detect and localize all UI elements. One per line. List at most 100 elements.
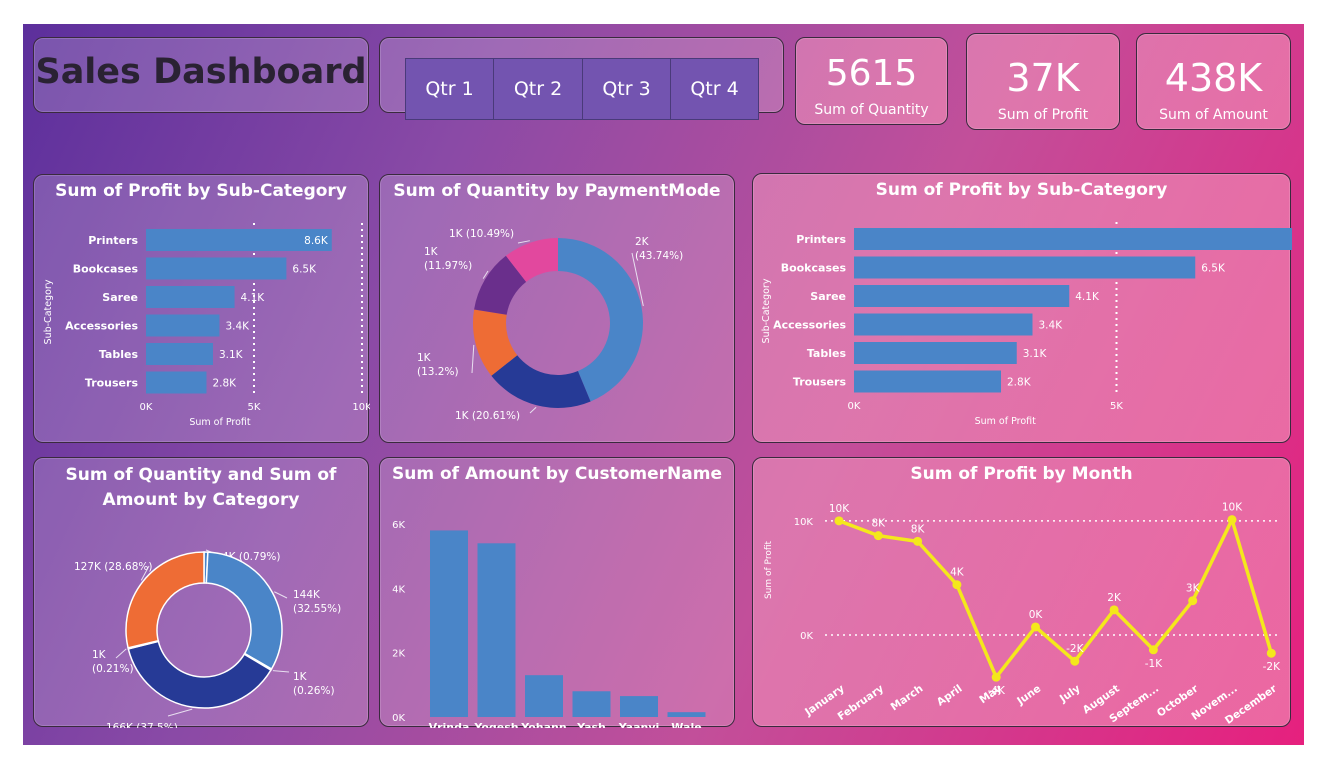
category-label: Bookcases — [73, 263, 139, 276]
category-label: Trousers — [85, 377, 139, 390]
slice-label: 1K — [417, 352, 432, 364]
y-tick-label: 2K — [392, 649, 405, 660]
category-label: Trousers — [793, 376, 847, 389]
data-point — [1227, 515, 1237, 525]
slice-label: 1K — [424, 246, 439, 258]
y-axis-title: Sum of Profit — [764, 541, 774, 600]
data-label: -2K — [1263, 661, 1281, 673]
data-point — [873, 531, 883, 541]
customer-amount-chart: 0K 2K 4K 6K Vrinda Yogesh Yohann Yash Yaanvi Wale — [392, 520, 706, 728]
chart-panel-profit-subcategory-large: Sum of Profit by Sub-Category 0K5K...Sum… — [752, 173, 1292, 443]
data-point — [1148, 645, 1158, 655]
slice-label: 1K (10.49%) — [449, 228, 514, 240]
category-label: March — [889, 683, 926, 714]
data-point — [991, 672, 1001, 682]
category-label: Tables — [807, 347, 847, 360]
category-label: Yohann — [520, 721, 566, 728]
chart-panel-profit-subcategory: Sum of Profit by Sub-Category 0K 5K 10K Sum… — [33, 174, 370, 443]
slice-label: (0.21%) — [92, 663, 134, 675]
slice-label: 1K (20.61%) — [455, 410, 520, 422]
slicer-qtr1[interactable]: Qtr 1 — [405, 58, 494, 120]
profit-subcategory-chart: 0K 5K 10K Sum of Profit Sub-Category Printers… — [43, 223, 370, 428]
kpi-quantity-value: 5615 — [825, 53, 918, 94]
slice-label: 127K (28.68%) — [74, 561, 153, 573]
data-label: 2.8K — [1007, 377, 1032, 389]
y-tick-label: 0K — [392, 713, 405, 724]
data-point — [952, 580, 962, 590]
x-tick-label: 0K — [848, 401, 861, 412]
data-label: 3.1K — [219, 349, 244, 361]
bar — [146, 257, 287, 280]
bar — [572, 691, 611, 717]
kpi-profit-value: 37K — [1006, 56, 1080, 100]
slice-label: (0.26%) — [293, 685, 335, 697]
leader-line — [517, 240, 530, 244]
data-label: 4.1K — [241, 292, 266, 304]
data-point — [913, 536, 923, 546]
slice-label: 2K — [635, 236, 650, 248]
chart-panel-paymentmode: Sum of Quantity by PaymentMode 2K (43.74%… — [379, 174, 735, 443]
leader-line — [471, 344, 475, 374]
x-axis-title: Sum of Profit — [975, 416, 1037, 427]
category-donut-chart: 4K (0.79%)144K(32.55%)1K(0.26%)166K (37.… — [74, 549, 341, 728]
chart-panel-customer: Sum of Amount by CustomerName 0K 2K 4K 6K Vr… — [379, 457, 735, 728]
slice-label: 144K — [293, 589, 321, 601]
y-tick-label: 4K — [392, 584, 405, 595]
slice-label: (11.97%) — [424, 260, 472, 272]
bar — [620, 696, 658, 717]
slicer-qtr3[interactable]: Qtr 3 — [582, 58, 671, 120]
bar — [146, 371, 207, 394]
slice-label: (43.74%) — [635, 250, 683, 262]
leader-line — [274, 591, 288, 599]
y-tick-label: 0K — [800, 631, 813, 642]
kpi-amount-value: 438K — [1164, 56, 1263, 100]
data-label: 8K — [872, 518, 887, 530]
bar — [854, 313, 1033, 336]
kpi-card-profit: 37K Sum of Profit — [966, 33, 1120, 130]
category-label: Yogesh — [473, 721, 518, 728]
data-point — [834, 516, 844, 526]
bar — [854, 256, 1196, 279]
data-point — [1070, 656, 1080, 666]
category-label: Bookcases — [781, 262, 847, 275]
data-label: -2K — [1066, 643, 1084, 655]
category-label: July — [1057, 683, 1083, 706]
x-tick-label: 0K — [140, 402, 153, 413]
donut-slice — [205, 551, 283, 671]
bar — [146, 343, 213, 365]
data-label: 10K — [829, 503, 850, 515]
x-tick-label: 10K — [352, 402, 370, 413]
leader-line — [167, 708, 193, 717]
bar — [854, 285, 1070, 307]
data-label: 0K — [1029, 609, 1044, 621]
slicer-qtr2[interactable]: Qtr 2 — [493, 58, 583, 120]
chart-panel-profit-month: Sum of Profit by Month 0K 10K Sum of Profi… — [752, 457, 1291, 727]
x-axis-title: Sum of Profit — [189, 417, 251, 428]
title-card: Sales Dashboard — [33, 37, 369, 113]
bar — [146, 314, 220, 337]
data-label: 4.1K — [1075, 291, 1100, 303]
data-label: 6.5K — [1201, 263, 1226, 275]
kpi-card-amount: 438K Sum of Amount — [1136, 33, 1291, 130]
data-label: 2.8K — [212, 378, 237, 390]
leader-line — [529, 406, 537, 414]
category-label: April — [935, 683, 965, 709]
profit-subcategory-large-chart: 0K5K...Sum of ProfitSub-CategoryPrinters… — [761, 222, 1292, 427]
slice-label: (32.55%) — [293, 603, 341, 615]
chart-panel-category: Sum of Quantity and Sum of Amount by Cat… — [33, 457, 369, 728]
bar — [854, 342, 1017, 364]
slicer-qtr4[interactable]: Qtr 4 — [670, 58, 759, 120]
quarter-slicer: Qtr 1 Qtr 2 Qtr 3 Qtr 4 — [379, 37, 784, 120]
y-axis-title: Sub-Category — [761, 278, 772, 343]
data-point — [1031, 622, 1040, 632]
category-label: Accessories — [65, 320, 138, 333]
x-tick-label: 5K — [1110, 401, 1123, 412]
data-point — [1188, 596, 1198, 606]
category-label: Printers — [88, 234, 138, 247]
category-label: Vrinda — [429, 721, 470, 728]
data-label: -1K — [1145, 658, 1163, 670]
bar — [854, 370, 1001, 393]
y-tick-label: 10K — [794, 517, 814, 528]
kpi-quantity-label: Sum of Quantity — [814, 102, 929, 118]
leader-line — [272, 670, 290, 673]
